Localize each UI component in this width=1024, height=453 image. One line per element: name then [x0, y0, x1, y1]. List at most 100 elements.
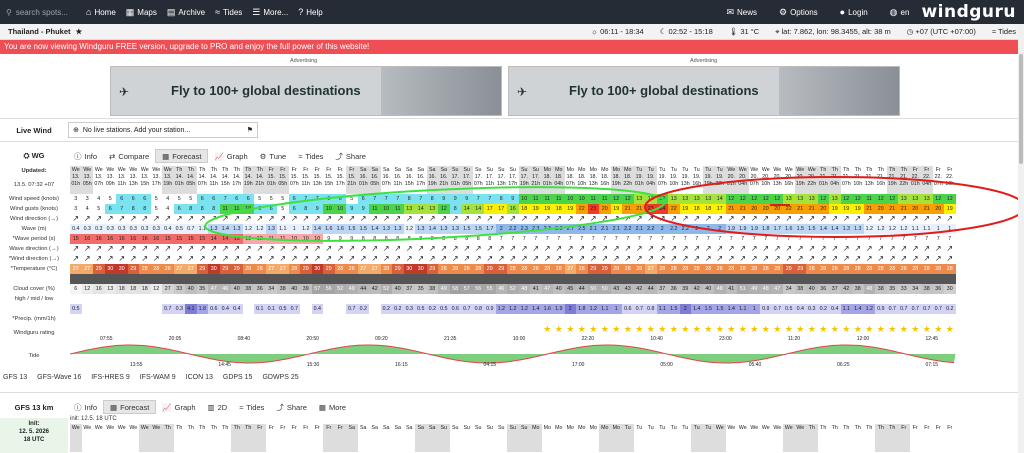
- forecast-cell: 48: [518, 284, 530, 294]
- forecast-cell: [944, 314, 956, 324]
- forecast-cell: 2: [679, 304, 691, 314]
- wind-arrow-icon: ↗: [911, 254, 919, 263]
- forecast-cell: [266, 324, 278, 338]
- forecast-cell: 13: [921, 194, 933, 204]
- model-link[interactable]: GFS-Wave 16: [37, 374, 81, 386]
- brand-logo[interactable]: windguru: [921, 2, 1016, 22]
- tab-tides[interactable]: ≈ Tides: [233, 400, 270, 414]
- forecast-cell: 7: [725, 234, 737, 244]
- nav-tides[interactable]: ≈ Tides: [215, 7, 242, 17]
- tab-share[interactable]: ⤴ Share: [329, 149, 372, 163]
- tab-tune[interactable]: ⚙ Tune: [254, 149, 293, 163]
- forecast-cell: 28: [829, 264, 841, 274]
- nav-options[interactable]: ⚙ Options: [779, 7, 818, 18]
- nav-home[interactable]: ⌂ Home: [86, 7, 116, 17]
- forecast-cell: Su: [438, 424, 450, 452]
- forecast-cell: 13: [691, 194, 703, 204]
- forecast-cell: Th 21. 10h: [853, 167, 863, 187]
- model-link[interactable]: GFS 13: [3, 374, 27, 386]
- forecast-cell: Su 17. 21h: [530, 166, 542, 194]
- forecast-cell: [576, 294, 588, 304]
- tides-link[interactable]: ≈ Tides: [992, 27, 1016, 37]
- forecast-cell: [806, 274, 818, 284]
- forecast-cell: Tu 19. 04h: [645, 166, 657, 194]
- wind-arrow-icon: ↗: [877, 214, 885, 223]
- forecast-cell: Su 17. 07h: [473, 167, 483, 187]
- model-link[interactable]: GDWPS 25: [262, 374, 298, 386]
- ad-banner[interactable]: ✈ Fly to 100+ global destinations: [110, 66, 502, 116]
- forecast-cell: We: [150, 424, 162, 452]
- tab-info[interactable]: ⓘ Info: [68, 149, 103, 163]
- forecast-cell: 12: [622, 194, 634, 204]
- forecast-cell: We: [129, 425, 138, 431]
- search-input[interactable]: search spots...: [16, 8, 68, 17]
- forecast-cell: Tu: [659, 425, 666, 431]
- tab-share[interactable]: ⤴ Share: [270, 400, 313, 414]
- forecast-cell: Th: [866, 425, 873, 431]
- forecast-cell: We 13. 19h: [162, 166, 174, 194]
- live-wind-box[interactable]: ⊕ No live stations. Add your station... …: [68, 122, 258, 138]
- tab-forecast[interactable]: ▦ Forecast: [155, 149, 209, 163]
- tab-graph[interactable]: 📈 Graph: [208, 149, 253, 163]
- model-link[interactable]: IFS-HRES 9: [91, 374, 130, 386]
- nav-more[interactable]: ☰ More...: [252, 7, 288, 18]
- forecast-cell: [507, 314, 519, 324]
- forecast-cell: 13: [829, 194, 841, 204]
- forecast-row: ↗ ↗ ↗ ↗ ↗ ↗ ↗ ↗ ↗ ↗ ↗ ↗ ↗ ↗ ↗ ↗ ↗ ↗ ↗ ↗ ↗ ↗ ↗ ↗ ↗ ↗ ↗ ↗ ↗ ↗ ↗ ↗ ↗ ↗ ↗ ↗ ↗ ↗ ↗ ↗…: [70, 214, 956, 224]
- forecast-cell: Mo: [566, 425, 574, 431]
- forecast-cell: [82, 314, 94, 324]
- forecast-cell: 38: [277, 284, 289, 294]
- tab-tides[interactable]: ≈ Tides: [292, 149, 329, 163]
- forecast-cell: 1.3: [438, 224, 450, 234]
- model-link[interactable]: ICON 13: [186, 374, 213, 386]
- forecast-cell: [622, 294, 634, 304]
- promo-banner[interactable]: You are now viewing Windguru FREE versio…: [0, 40, 1024, 54]
- tab-forecast[interactable]: ▦ Forecast: [103, 400, 157, 414]
- forecast-cell: 2.2: [679, 224, 691, 234]
- scrollbar[interactable]: [1018, 24, 1024, 453]
- forecast-cell: 51: [737, 284, 749, 294]
- forecast-cell: [588, 314, 600, 324]
- forecast-cell: 29: [484, 264, 496, 274]
- model-link[interactable]: IFS-WAM 9: [140, 374, 176, 386]
- forecast-cell: [139, 274, 151, 284]
- scroll-thumb[interactable]: [1019, 54, 1023, 164]
- forecast-cell: 22: [783, 204, 795, 214]
- forecast-cell: Su 17. 17h: [508, 167, 518, 187]
- forecast-cell: 0.4: [162, 224, 174, 234]
- model-link[interactable]: GDPS 15: [223, 374, 253, 386]
- forecast-cell: Fr 15. 11h: [301, 167, 310, 187]
- forecast-cell: Tu 19. 22h: [714, 166, 726, 194]
- forecast-cell: 37: [403, 284, 415, 294]
- tab-more[interactable]: ▦ More: [313, 400, 352, 414]
- forecast-cell: 7: [300, 194, 312, 204]
- nav-maps[interactable]: ▦ Maps: [126, 7, 157, 18]
- nav-language[interactable]: ◍ en: [890, 7, 910, 18]
- tab-info[interactable]: ⓘ Info: [68, 400, 103, 414]
- wave-arrow-icon: ↗: [440, 244, 448, 253]
- forecast-cell: 37: [829, 284, 841, 294]
- nav-news[interactable]: ✉ News: [726, 7, 757, 18]
- wind-arrow-icon: ↗: [624, 254, 632, 263]
- tab-compare[interactable]: ⇄ Compare: [103, 149, 155, 163]
- star-icon: ★: [773, 324, 782, 334]
- wave-arrow-icon: ↗: [934, 244, 942, 253]
- wind-arrow-icon: ↗: [106, 214, 114, 223]
- nav-help[interactable]: ? Help: [298, 7, 322, 17]
- forecast-cell: 30: [403, 264, 415, 274]
- forecast-cell: 20: [909, 204, 921, 214]
- tab-graph[interactable]: 📈 Graph: [156, 400, 201, 414]
- forecast-cell: 0.2: [357, 304, 369, 314]
- search-box[interactable]: ⚲ search spots...: [6, 4, 76, 20]
- nav-login[interactable]: ● Login: [840, 7, 868, 17]
- star-icon[interactable]: ★: [76, 27, 83, 36]
- forecast-cell: Fr: [947, 425, 953, 431]
- tab-2d[interactable]: ▥ 2D: [202, 400, 234, 414]
- forecast-cell: 1.9: [553, 304, 565, 314]
- forecast-cell: [725, 274, 737, 284]
- forecast-cell: 1.2: [863, 304, 875, 314]
- nav-archive[interactable]: ▤ Archive: [167, 7, 205, 18]
- wind-arrow-icon: ↗: [635, 214, 643, 223]
- wind-arrow-icon: ↗: [865, 254, 873, 263]
- ad-banner[interactable]: ✈ Fly to 100+ global destinations: [508, 66, 900, 116]
